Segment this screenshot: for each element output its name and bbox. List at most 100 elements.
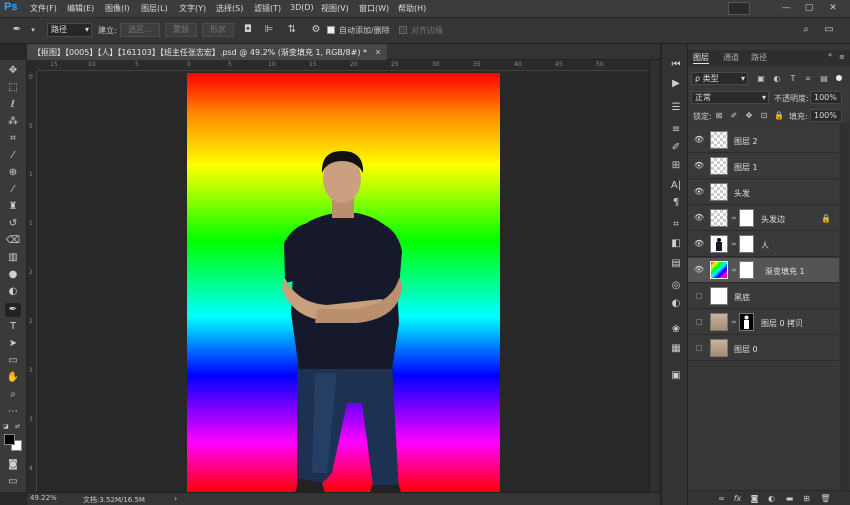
glyphs-panel-icon[interactable]: ⌗ — [668, 218, 684, 232]
type-tool-icon[interactable]: T — [5, 320, 21, 334]
filter-adjustment-icon[interactable]: ◐ — [772, 73, 782, 84]
menu-window[interactable]: 窗口(W) — [359, 3, 389, 14]
make-mask-button[interactable]: 蒙版 — [165, 23, 197, 37]
swap-colors-icon[interactable]: ⇄ — [15, 423, 23, 430]
filter-toggle-icon[interactable] — [836, 75, 842, 81]
hidden-visibility-box[interactable] — [696, 293, 702, 299]
more-tools-icon[interactable]: ⋯ — [5, 405, 21, 419]
link-icon[interactable]: ∞ — [731, 214, 737, 223]
tab-channels[interactable]: 通道 — [723, 52, 739, 63]
healing-brush-tool-icon[interactable]: ⊕ — [5, 166, 21, 180]
filter-pixel-icon[interactable]: ▣ — [756, 73, 766, 84]
search-icon[interactable]: ⌕ — [799, 23, 813, 37]
document-canvas[interactable] — [187, 73, 500, 492]
layer-mask-thumbnail[interactable] — [739, 235, 754, 253]
layer-mask-thumbnail[interactable] — [739, 209, 754, 227]
layer-row[interactable]: 👁 ∞ 人 — [688, 232, 839, 257]
new-layer-icon[interactable]: ⊞ — [801, 493, 812, 504]
layer-row[interactable]: ∞ 图层 0 拷贝 — [688, 310, 839, 335]
chevron-down-icon[interactable]: ▾ — [26, 23, 40, 37]
eye-icon[interactable]: 👁 — [693, 135, 705, 145]
layer-row[interactable]: 黑底 — [688, 284, 839, 309]
tool-presets-icon[interactable]: ▤ — [668, 257, 684, 271]
menu-layer[interactable]: 图层(L) — [141, 3, 168, 14]
eye-icon[interactable]: 👁 — [693, 239, 705, 249]
menu-3d[interactable]: 3D(D) — [290, 3, 314, 12]
filter-shape-icon[interactable]: ⌗ — [803, 73, 813, 84]
filter-type-icon[interactable]: T — [788, 73, 798, 84]
info-panel-icon[interactable]: ◧ — [668, 237, 684, 251]
make-shape-button[interactable]: 形状 — [202, 23, 234, 37]
pen-tool-icon[interactable]: ✒ — [5, 303, 21, 317]
default-colors-icon[interactable]: ◪ — [3, 423, 10, 430]
layer-row[interactable]: 👁 图层 2 — [688, 128, 839, 153]
delete-layer-icon[interactable]: 🗑 — [820, 493, 831, 504]
swatches-panel-icon[interactable]: ❀ — [668, 323, 684, 337]
actions-panel-icon[interactable]: ▶ — [668, 77, 684, 91]
marquee-tool-icon[interactable]: ⬚ — [5, 81, 21, 95]
panel-menu-icon[interactable]: ≡ — [839, 53, 845, 61]
lock-artboard-icon[interactable]: ⊡ — [759, 110, 769, 121]
history-brush-tool-icon[interactable]: ↺ — [5, 217, 21, 231]
eraser-tool-icon[interactable]: ⌫ — [5, 234, 21, 248]
close-tab-icon[interactable]: ✕ — [375, 48, 382, 57]
vertical-scrollbar[interactable] — [649, 60, 659, 492]
paragraph-panel-icon[interactable]: ¶ — [668, 196, 684, 210]
hidden-visibility-box[interactable] — [696, 345, 702, 351]
add-mask-icon[interactable]: ◙ — [749, 493, 760, 504]
history-panel-icon[interactable]: ⏮ — [668, 58, 684, 72]
path-selection-tool-icon[interactable]: ➤ — [5, 337, 21, 351]
opacity-input[interactable]: 100% — [810, 91, 842, 104]
fill-input[interactable]: 100% — [810, 109, 842, 122]
align-edges-checkbox[interactable] — [399, 26, 407, 34]
pen-mode-select[interactable]: 路径 ▾ — [47, 23, 92, 37]
workspace-switcher-icon[interactable]: ▭ — [822, 23, 836, 37]
layers-scrollbar[interactable] — [840, 122, 849, 490]
layer-row[interactable]: 👁 ∞ 头发边 🔒 — [688, 206, 839, 231]
brush-tool-icon[interactable]: ⁄ — [5, 183, 21, 197]
eye-icon[interactable]: 👁 — [693, 265, 705, 275]
move-tool-icon[interactable]: ✥ — [5, 64, 21, 78]
properties-panel-icon[interactable]: ☰ — [668, 101, 684, 115]
menu-file[interactable]: 文件(F) — [30, 3, 57, 14]
path-operations-icon[interactable]: ◘ — [241, 23, 255, 37]
tab-paths[interactable]: 路径 — [751, 52, 767, 63]
rectangle-tool-icon[interactable]: ▭ — [5, 354, 21, 368]
filter-smart-object-icon[interactable]: ▤ — [819, 73, 829, 84]
gear-icon[interactable]: ⚙ — [309, 23, 323, 37]
menu-type[interactable]: 文字(Y) — [179, 3, 206, 14]
workspace-thumbnail-icon[interactable] — [728, 2, 750, 15]
styles-panel-icon[interactable]: ◐ — [668, 297, 684, 311]
minimize-button[interactable]: — — [779, 2, 793, 14]
menu-select[interactable]: 选择(S) — [216, 3, 243, 14]
layer-row[interactable]: 图层 0 — [688, 336, 839, 361]
layer-row[interactable]: 👁 图层 1 — [688, 154, 839, 179]
hidden-visibility-box[interactable] — [696, 319, 702, 325]
layer-row[interactable]: 👁 头发 — [688, 180, 839, 205]
document-tab[interactable]: 【抠图】【0005】【人】【161103】【班主任张志宏】.psd @ 49.2… — [27, 44, 388, 60]
path-arrangement-icon[interactable]: ⇅ — [285, 23, 299, 37]
dodge-tool-icon[interactable]: ◐ — [5, 285, 21, 299]
screen-mode-icon[interactable]: ▭ — [5, 475, 21, 489]
lock-image-icon[interactable]: ✐ — [729, 110, 739, 121]
link-icon[interactable]: ∞ — [731, 318, 737, 327]
clone-stamp-tool-icon[interactable]: ♜ — [5, 200, 21, 214]
make-selection-button[interactable]: 选区... — [120, 23, 160, 37]
hand-tool-icon[interactable]: ✋ — [5, 371, 21, 385]
lasso-tool-icon[interactable]: ℓ — [5, 98, 21, 112]
canvas-workspace[interactable] — [37, 71, 649, 492]
magic-wand-tool-icon[interactable]: ⁂ — [5, 115, 21, 129]
color-panel-icon[interactable]: ▦ — [668, 342, 684, 356]
lock-transparent-icon[interactable]: ⊠ — [714, 110, 724, 121]
menu-edit[interactable]: 编辑(E) — [67, 3, 94, 14]
zoom-tool-icon[interactable]: ⌕ — [5, 388, 21, 402]
lock-all-icon[interactable]: 🔒 — [774, 110, 784, 121]
status-menu-arrow-icon[interactable]: › — [174, 494, 177, 503]
link-icon[interactable]: ∞ — [731, 266, 737, 275]
adjustment-layer-icon[interactable]: ◐ — [766, 493, 777, 504]
blur-tool-icon[interactable]: ● — [5, 268, 21, 282]
eye-icon[interactable]: 👁 — [693, 187, 705, 197]
layer-mask-thumbnail[interactable] — [739, 313, 754, 331]
layer-mask-thumbnail[interactable] — [739, 261, 754, 279]
clone-source-icon[interactable]: ⊞ — [668, 159, 684, 173]
